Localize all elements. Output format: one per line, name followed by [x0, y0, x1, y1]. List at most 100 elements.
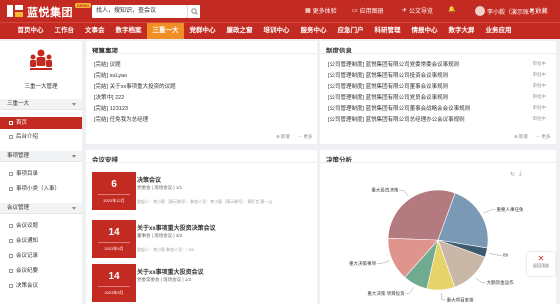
grid-icon: ▦ [305, 8, 311, 14]
analysis-panel: 决策分析 ↻ ⤓ 重要人事任免 89 大额资金运作 重大项目安排 重大决策 项目投资 重大… [320, 150, 556, 304]
nav-item[interactable]: 文事会 [80, 23, 111, 39]
list-icon [9, 187, 13, 191]
more-button[interactable]: ⋯ 更多 [298, 134, 313, 140]
pending-matters-panel: 预算事项 [完结] 议题 [完结] xuLyao [完结] 关于xx事项重大投资… [86, 41, 317, 144]
nav-item[interactable]: 服务中心 [295, 23, 332, 39]
list-item[interactable]: [公司管理制度] 蓝悦集团有限公司党员会议事规则 [328, 93, 448, 101]
rules-panel: 制度信息 [公司管理制度] 蓝悦集团有限公司党委常委会议事规则 审批中 [公司管… [320, 41, 556, 144]
sidebar-group-sanzhong[interactable]: 三重一大 [0, 99, 82, 110]
doc-icon [9, 135, 13, 139]
list-item[interactable]: [公司管理制度] 蓝悦集团有限公司党委常委会议事规则 [328, 60, 459, 68]
nav-item[interactable]: 培训中心 [258, 23, 295, 39]
nav-item[interactable]: 三重一大 [147, 23, 184, 39]
sidebar-item-record[interactable]: 会议记录 [0, 250, 82, 262]
nav-item[interactable]: 党群中心 [184, 23, 221, 39]
minutes-icon [9, 269, 13, 273]
home-icon [9, 121, 13, 125]
list-item[interactable]: [公司管理制度] 蓝悦集团有限公司总经理办公会议事规则 [328, 115, 465, 123]
search-input[interactable]: 找人，搜知识，查会议 [92, 5, 187, 18]
document-guide-link[interactable]: ✈ 公文导览 [402, 6, 433, 15]
sidebar-group-matters[interactable]: 事项管理 [0, 151, 82, 162]
divider [320, 162, 556, 163]
meeting-title[interactable]: 关于xx事项重大投资决策会议 [137, 223, 216, 232]
list-item[interactable]: [公司管理制度] 蓝悦集团有限公司董事会议事规则 [328, 82, 448, 90]
list-item[interactable]: [完结] 任免我为总经理 [94, 115, 148, 123]
nav-item[interactable]: 首页中心 [12, 23, 49, 39]
pie-label: 重大决策事项 [349, 260, 376, 267]
close-icon: ✕ [537, 254, 545, 263]
notice-icon [9, 239, 13, 243]
divider [320, 53, 556, 54]
status-badge: 审批中 [532, 83, 547, 88]
decision-pie-chart: 重要人事任免 89 大额资金运作重大项目安排 重大决策 项目投资 重大决策事项 重大投资决… [349, 187, 524, 302]
status-badge: 审批中 [532, 116, 547, 121]
meeting-date-card[interactable]: 6 2023年12月 [92, 172, 136, 210]
list-item[interactable]: [公司管理制度] 蓝悦集团有限公司董事会战略会会议事规则 [328, 104, 470, 112]
bell-icon: 🔔 [448, 7, 456, 13]
sidebar-item-minutes[interactable]: 会议纪要 [0, 265, 82, 277]
nav-item[interactable]: 工作台 [49, 23, 80, 39]
pie-label-line [483, 209, 496, 214]
status-badge: 审批中 [532, 72, 547, 77]
sidebar-item-catalog[interactable]: 事项目录 [0, 168, 82, 180]
meeting-subtitle: 党委常委会 | 现场会议 | 1/3 [137, 277, 192, 282]
brand-name: 蓝悦集团 [27, 7, 73, 19]
nav-item[interactable]: 业务应用 [480, 23, 517, 39]
list-icon [9, 172, 13, 176]
list-item[interactable]: [完结] 关于xx事项重大投资的议题 [94, 82, 176, 90]
notification-button[interactable]: 🔔 [448, 6, 455, 13]
pie-label: 重要人事任免 [497, 206, 524, 213]
heart-icon: ♥ [530, 7, 534, 14]
meeting-title[interactable]: 关于xx事项重大投资会议 [137, 267, 204, 276]
list-item[interactable]: [公司管理制度] 蓝悦集团有限公司投资会议事规则 [328, 71, 448, 79]
sidebar-group-meetings[interactable]: 会议管理 [0, 203, 82, 214]
pie-label-line [399, 189, 409, 197]
nav-item[interactable]: 情报中心 [406, 23, 443, 39]
sidebar-item-home[interactable]: 首页 [0, 117, 82, 129]
topic-icon [9, 224, 13, 228]
pie-label-line [376, 260, 390, 264]
monitor-icon: ▭ [352, 8, 358, 14]
list-item[interactable]: [完结] 议题 [94, 60, 121, 68]
meeting-people: 发起人：李小毅（演示账号） 参加人员：李小毅（演示账号） 郑旺言 蔡一山 [137, 199, 273, 204]
plus-icon: ⊕ [276, 134, 280, 139]
sidebar-item-subcategory[interactable]: 事项小类（入事） [0, 183, 82, 195]
meeting-date-card[interactable]: 14 2023年9月 [92, 264, 136, 302]
demo-badge: DEMO [75, 3, 91, 8]
nav-item[interactable]: 应急门户 [332, 23, 369, 39]
avatar [475, 6, 485, 16]
sidebar-item-intro[interactable]: 后台介绍 [0, 131, 82, 143]
meeting-subtitle: 党委会 | 现场会议 | 1/1 [137, 185, 183, 190]
sidebar-item-decision[interactable]: 决策会议 [0, 280, 82, 292]
back-to-top-button[interactable]: ✕ 返回顶部 [527, 252, 555, 276]
nav-item[interactable]: 廉政之窗 [221, 23, 258, 39]
meeting-date-card[interactable]: 14 2023年9月 [92, 220, 136, 258]
list-item[interactable]: [完结] 123123 [94, 104, 128, 112]
pie-label: 重大项目安排 [447, 296, 474, 302]
search-button[interactable] [187, 5, 200, 18]
more-button[interactable]: ⋯ 更多 [536, 134, 551, 140]
app-gallery-link[interactable]: ▭ 应用图册 [352, 6, 384, 15]
list-item[interactable]: [决策中] 222 [94, 93, 124, 101]
status-badge: 审批中 [532, 94, 547, 99]
nav-item[interactable]: 科研管理 [369, 23, 406, 39]
sidebar-item-notice[interactable]: 会议通知 [0, 235, 82, 247]
meeting-title[interactable]: 决策会议 [137, 175, 161, 184]
nav-item[interactable]: 数字档案 [110, 23, 147, 39]
more-experience-link[interactable]: ▦ 更多体验 [305, 6, 337, 15]
status-badge: 审批中 [532, 105, 547, 110]
pie-label: 89 [503, 253, 509, 258]
sidebar-item-topics[interactable]: 会议议题 [0, 220, 82, 232]
new-button[interactable]: ⊕ 新增 [276, 134, 290, 140]
top-bar: 蓝悦集团 DEMO 找人，搜知识，查会议 ▦ 更多体验 ▭ 应用图册 ✈ 公文导览 🔔… [0, 0, 560, 22]
pie-label: 重大投资决策 [371, 187, 398, 194]
org-group-icon [30, 49, 52, 70]
nav-item[interactable]: 数字大屏 [443, 23, 480, 39]
new-button[interactable]: ⊕ 新增 [514, 134, 528, 140]
pie-label-line [475, 277, 486, 283]
divider [86, 53, 317, 54]
more-icon: ⋯ [536, 134, 541, 139]
list-item[interactable]: [完结] xuLyao [94, 71, 127, 79]
more-icon: ⋯ [298, 134, 303, 139]
favorites-button[interactable]: ♥ 收藏 [530, 6, 548, 16]
